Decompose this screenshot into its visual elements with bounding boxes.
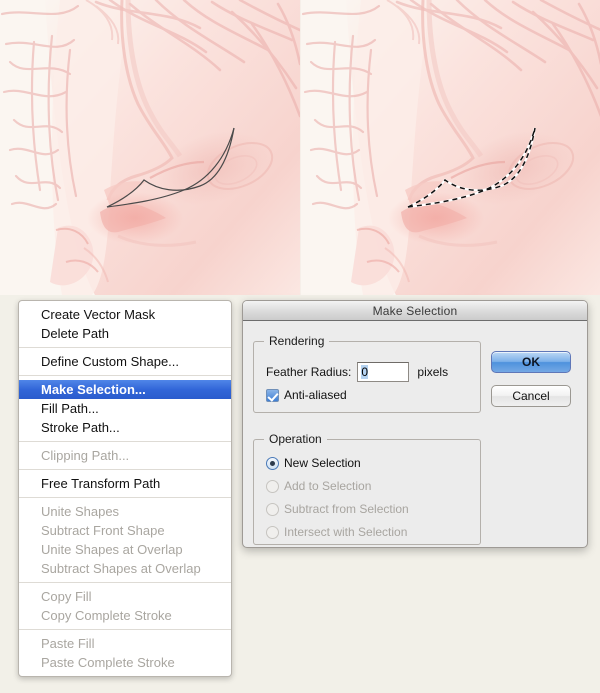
artwork-panel-selection: [300, 0, 600, 295]
anti-aliased-row[interactable]: Anti-aliased: [266, 388, 347, 402]
menu-group: Clipping Path...: [19, 441, 231, 469]
menu-item-fill-path[interactable]: Fill Path...: [19, 399, 231, 418]
operation-group-legend: Operation: [264, 432, 327, 446]
menu-item-paste-complete-stroke: Paste Complete Stroke: [41, 655, 175, 670]
ok-button[interactable]: OK: [491, 351, 571, 373]
menu-group: Define Custom Shape...: [19, 347, 231, 375]
paths-context-menu[interactable]: Create Vector Mask Delete Path Define Cust…: [18, 300, 232, 677]
feather-radius-label: Feather Radius:: [266, 365, 352, 379]
check-icon[interactable]: [266, 388, 279, 402]
radio-row-intersect-with-selection: Intersect with Selection: [266, 525, 407, 539]
menu-item-subtract-front-shape: Subtract Front Shape: [41, 523, 165, 538]
menu-item-unite-shapes: Unite Shapes: [41, 504, 120, 519]
menu-item-create-vector-mask[interactable]: Create Vector Mask: [19, 305, 231, 324]
radio-icon: [266, 502, 279, 516]
menu-group: Free Transform Path: [19, 469, 231, 497]
radio-icon: [266, 479, 279, 493]
artwork-canvas: [0, 0, 600, 295]
operation-group: Operation New Selection Add to Selection S…: [253, 432, 481, 545]
menu-item-paste-fill: Paste Fill: [41, 636, 95, 651]
menu-group: Make Selection... Fill Path... Stroke Path…: [19, 375, 231, 441]
make-selection-dialog: Make Selection Rendering Feather Radius:…: [242, 300, 588, 548]
dialog-titlebar[interactable]: Make Selection: [243, 301, 587, 321]
menu-item-free-transform-path[interactable]: Free Transform Path: [19, 474, 231, 493]
menu-item-subtract-shapes-at-overlap: Subtract Shapes at Overlap: [41, 561, 201, 576]
menu-item-make-selection[interactable]: Make Selection...: [19, 380, 231, 399]
radio-row-add-to-selection: Add to Selection: [266, 479, 371, 493]
feather-radius-value: 0: [361, 365, 369, 379]
sketch-path-svg: [0, 0, 300, 295]
radio-row-new-selection[interactable]: New Selection: [266, 456, 361, 470]
menu-item-clipping-path: Clipping Path...: [41, 448, 130, 463]
sketch-selection-svg: [301, 0, 600, 295]
menu-item-copy-fill: Copy Fill: [41, 589, 92, 604]
menu-item-stroke-path[interactable]: Stroke Path...: [19, 418, 231, 437]
cancel-button[interactable]: Cancel: [491, 385, 571, 407]
menu-group: Unite Shapes Subtract Front Shape Unite Sh…: [19, 497, 231, 582]
radio-label: Intersect with Selection: [284, 525, 408, 539]
feather-radius-unit: pixels: [417, 365, 449, 379]
app-root: Create Vector Mask Delete Path Define Cust…: [0, 0, 600, 693]
menu-item-define-custom-shape[interactable]: Define Custom Shape...: [19, 352, 231, 371]
menu-item-copy-complete-stroke: Copy Complete Stroke: [41, 608, 172, 623]
radio-label: Subtract from Selection: [284, 502, 409, 516]
menu-group: Copy Fill Copy Complete Stroke: [19, 582, 231, 629]
radio-label: New Selection: [284, 456, 361, 470]
menu-group: Create Vector Mask Delete Path: [19, 301, 231, 347]
radio-label: Add to Selection: [284, 479, 372, 493]
menu-item-unite-shapes-at-overlap: Unite Shapes at Overlap: [41, 542, 183, 557]
dialog-title: Make Selection: [372, 303, 458, 318]
radio-icon[interactable]: [266, 456, 279, 470]
anti-aliased-label: Anti-aliased: [284, 388, 347, 402]
radio-icon: [266, 525, 279, 539]
dialog-body: Rendering Feather Radius: 0 pixels Anti-…: [243, 321, 587, 547]
menu-item-delete-path[interactable]: Delete Path: [19, 324, 231, 343]
menu-group: Paste Fill Paste Complete Stroke: [19, 629, 231, 676]
radio-row-subtract-from-selection: Subtract from Selection: [266, 502, 409, 516]
rendering-group-legend: Rendering: [264, 334, 330, 348]
feather-radius-input[interactable]: 0: [357, 362, 410, 382]
feather-radius-row: Feather Radius: 0 pixels: [266, 362, 448, 382]
artwork-panel-path: [0, 0, 300, 295]
rendering-group: Rendering Feather Radius: 0 pixels Anti-…: [253, 334, 481, 413]
